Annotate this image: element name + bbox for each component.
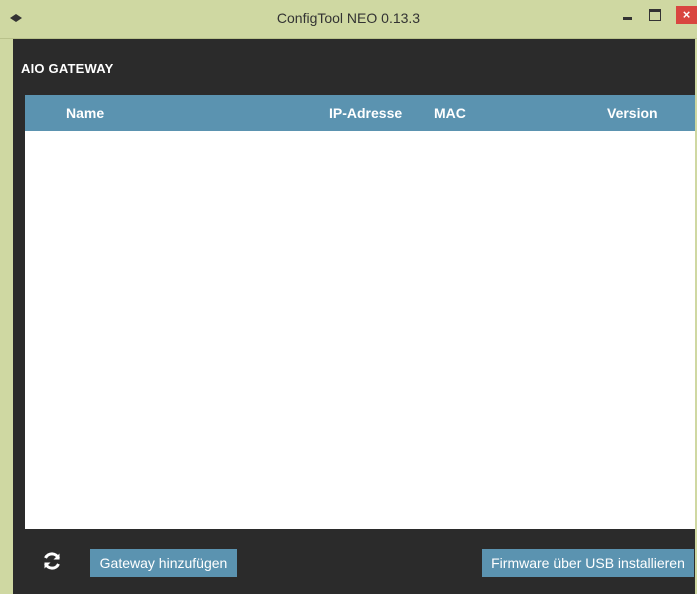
install-firmware-usb-button[interactable]: Firmware über USB installieren [482,549,694,577]
add-gateway-button[interactable]: Gateway hinzufügen [90,549,237,577]
app-window: ConfigTool NEO 0.13.3 × AIO GATEWAY Name… [0,0,697,594]
column-header-version[interactable]: Version [607,105,658,121]
minimize-button[interactable] [617,6,641,24]
column-header-name[interactable]: Name [66,105,104,121]
section-title: AIO GATEWAY [21,61,114,76]
column-header-mac[interactable]: MAC [434,105,466,121]
title-bar[interactable]: ConfigTool NEO 0.13.3 × [0,0,697,39]
table-body[interactable] [25,131,695,529]
table-header: Name IP-Adresse MAC Version [25,95,695,131]
maximize-button[interactable] [643,6,667,24]
window-title: ConfigTool NEO 0.13.3 [276,10,421,26]
main-content: AIO GATEWAY Name IP-Adresse MAC Version … [13,39,695,594]
gateway-table: Name IP-Adresse MAC Version [25,95,695,529]
refresh-icon[interactable] [42,551,62,571]
column-header-ip-address[interactable]: IP-Adresse [329,105,402,121]
close-button[interactable]: × [676,6,697,24]
window-border-left [0,39,13,594]
